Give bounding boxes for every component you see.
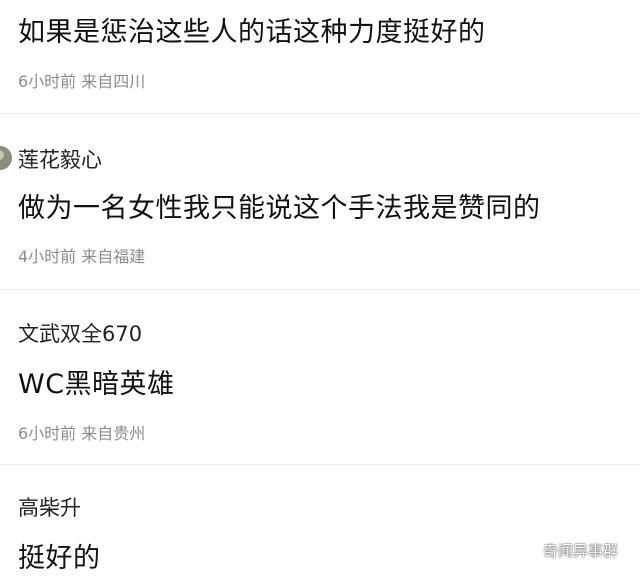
comment-meta: 4小时前 来自福建 [18,247,146,266]
comment-username[interactable]: 高柴升 [18,492,81,522]
comment-username[interactable]: 文武双全670 [18,318,142,348]
divider [0,113,640,114]
comment-text: 如果是惩治这些人的话这种力度挺好的 [18,17,486,48]
watermark-text: 奇闻异事群 [542,542,618,560]
comment-meta: 6小时前 来自四川 [18,72,146,91]
comment-text: 挺好的 [18,543,101,574]
comment-username[interactable]: 莲花毅心 [18,144,102,174]
divider [0,289,640,290]
watermark: 奇闻异事群 [515,540,618,561]
avatar[interactable] [0,146,12,170]
comment-text: 做为一名女性我只能说这个手法我是赞同的 [18,193,541,224]
comment-meta: 6小时前 来自贵州 [18,424,146,443]
comment-text: WC黑暗英雄 [18,369,175,400]
divider [0,464,640,465]
wechat-icon [515,542,537,560]
